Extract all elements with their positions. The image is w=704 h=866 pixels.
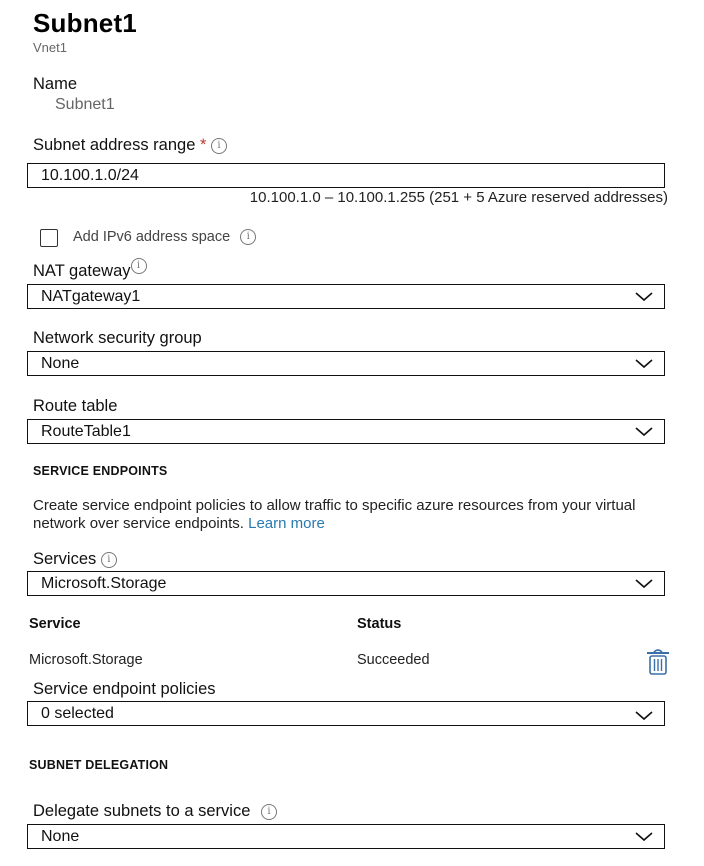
nat-gateway-label-text: NAT gateway bbox=[33, 262, 131, 280]
chevron-down-icon bbox=[635, 832, 653, 842]
address-range-hint: 10.100.1.0 – 10.100.1.255 (251 + 5 Azure… bbox=[249, 189, 668, 206]
ipv6-label-text: Add IPv6 address space bbox=[73, 229, 231, 245]
page-title: Subnet1 bbox=[33, 8, 137, 38]
policies-dropdown[interactable]: 0 selected bbox=[27, 701, 665, 726]
ipv6-checkbox[interactable] bbox=[40, 229, 58, 247]
policies-value: 0 selected bbox=[41, 705, 114, 722]
delegation-dropdown[interactable]: None bbox=[27, 824, 665, 849]
nat-gateway-dropdown[interactable]: NATgateway1 bbox=[27, 284, 665, 309]
table-cell-status: Succeeded bbox=[357, 652, 430, 668]
route-table-dropdown[interactable]: RouteTable1 bbox=[27, 419, 665, 444]
service-endpoints-description: Create service endpoint policies to allo… bbox=[33, 497, 683, 533]
nsg-dropdown[interactable]: None bbox=[27, 351, 665, 376]
info-icon[interactable]: i bbox=[210, 137, 227, 154]
nat-gateway-value: NATgateway1 bbox=[41, 288, 141, 305]
services-value: Microsoft.Storage bbox=[41, 575, 167, 592]
ipv6-label: Add IPv6 address space i bbox=[73, 229, 257, 246]
services-label-text: Services bbox=[33, 550, 97, 568]
services-label: Services i bbox=[33, 550, 117, 569]
nsg-value: None bbox=[41, 355, 80, 372]
trash-icon[interactable] bbox=[645, 648, 671, 676]
subnet-delegation-heading: SUBNET DELEGATION bbox=[29, 758, 169, 772]
nsg-label: Network security group bbox=[33, 329, 202, 347]
address-range-input[interactable]: 10.100.1.0/24 bbox=[27, 163, 665, 188]
nat-gateway-label: NAT gateway i bbox=[33, 258, 147, 281]
delegation-value: None bbox=[41, 828, 80, 845]
chevron-down-icon bbox=[635, 579, 653, 589]
column-header-service: Service bbox=[29, 616, 81, 632]
chevron-down-icon bbox=[635, 359, 653, 369]
route-table-value: RouteTable1 bbox=[41, 423, 131, 440]
chevron-down-icon bbox=[635, 292, 653, 302]
services-dropdown[interactable]: Microsoft.Storage bbox=[27, 571, 665, 596]
name-label: Name bbox=[33, 75, 78, 93]
required-mark: * bbox=[199, 136, 207, 154]
address-range-value: 10.100.1.0/24 bbox=[41, 167, 139, 184]
info-icon[interactable]: i bbox=[100, 551, 117, 568]
page-subtitle: Vnet1 bbox=[33, 40, 67, 55]
description-text: Create service endpoint policies to allo… bbox=[33, 497, 636, 532]
learn-more-link[interactable]: Learn more bbox=[248, 515, 325, 532]
info-icon[interactable]: i bbox=[130, 258, 147, 274]
address-range-label: Subnet address range * i bbox=[33, 136, 227, 155]
name-value: Subnet1 bbox=[55, 96, 115, 113]
address-range-label-text: Subnet address range bbox=[33, 136, 196, 154]
chevron-down-icon bbox=[635, 711, 653, 721]
info-icon[interactable]: i bbox=[240, 229, 257, 246]
column-header-status: Status bbox=[357, 616, 402, 632]
chevron-down-icon bbox=[635, 427, 653, 437]
route-table-label: Route table bbox=[33, 397, 118, 415]
delegation-label: Delegate subnets to a service i bbox=[33, 802, 277, 821]
delegation-label-text: Delegate subnets to a service bbox=[33, 802, 251, 820]
policies-label: Service endpoint policies bbox=[33, 680, 216, 698]
service-endpoints-heading: SERVICE ENDPOINTS bbox=[33, 464, 168, 478]
info-icon[interactable]: i bbox=[260, 803, 277, 820]
table-cell-service: Microsoft.Storage bbox=[29, 652, 143, 668]
